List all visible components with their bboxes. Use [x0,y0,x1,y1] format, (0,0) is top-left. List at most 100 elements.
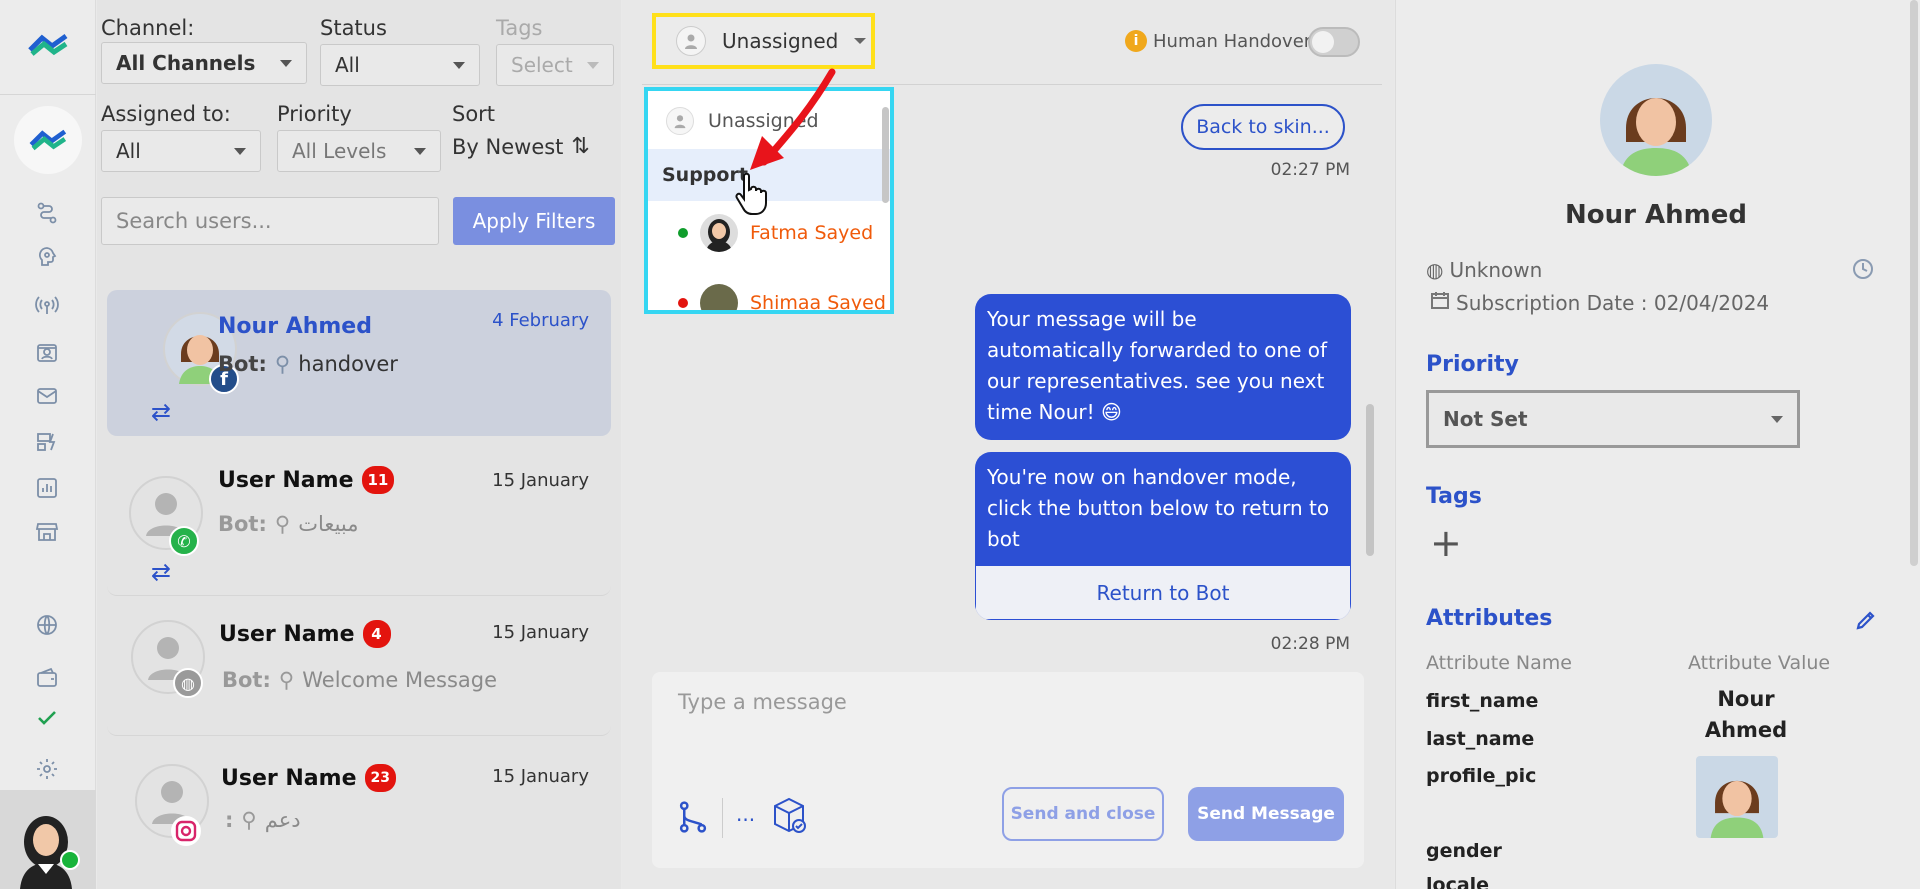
contact-avatar: ✆ [129,476,203,556]
contact-name-text: User Name [218,467,354,493]
workspace-avatar[interactable] [14,106,82,174]
human-handover-toggle[interactable] [1308,27,1360,57]
check-icon[interactable] [32,703,62,733]
priority-select[interactable]: Not Set [1426,390,1800,448]
catalog-box-icon[interactable] [772,796,808,836]
channel-filter-select[interactable]: All Channels [101,42,307,84]
conversation-item[interactable]: f Nour Ahmed 4 February Bot: ⚲ handover … [107,290,611,436]
priority-filter-value: All Levels [292,139,387,163]
contacts-icon[interactable] [32,338,62,368]
flow-icon[interactable] [32,198,62,228]
globe-icon[interactable] [32,610,62,640]
red-arrow-annotation [750,68,836,170]
conversation-item[interactable]: ◍ User Name 4 15 January Bot: ⚲ Welcome … [107,598,611,736]
analytics-icon[interactable] [32,473,62,503]
store-icon[interactable] [32,517,62,547]
chat-panel: Unassigned i Human Handover Unassigned S… [622,0,1394,889]
flow-icon: ⚲ [274,512,291,536]
globe-icon: ◍ [1426,258,1444,282]
search-input[interactable]: Search users... [101,197,439,245]
last-message-text: دعم [264,808,301,832]
search-placeholder: Search users... [116,209,272,233]
assigned-filter-label: Assigned to: [101,102,231,126]
message-input[interactable]: Type a message [652,672,1364,772]
chat-scrollbar[interactable] [1366,404,1374,556]
flow-trigger-icon[interactable] [678,800,708,834]
user-icon [676,26,706,56]
online-status-dot [60,850,80,870]
ai-brain-icon[interactable] [32,242,62,272]
conversation-date: 4 February [492,310,589,331]
contact-name: Nour Ahmed [218,314,372,339]
conversation-item[interactable]: User Name 23 15 January : ⚲ دعم [107,740,611,880]
assign-value: Unassigned [722,29,839,53]
last-message: Bot: ⚲ مبيعات [218,512,359,536]
message-card: You're now on handover mode, click the b… [975,452,1351,620]
agent-name: Fatma Sayed [750,222,874,244]
info-icon: i [1125,30,1147,52]
info-scrollbar[interactable] [1910,0,1918,566]
send-message-button[interactable]: Send Message [1188,787,1344,841]
location-text: Unknown [1449,258,1543,282]
instagram-icon [171,816,201,846]
message-timestamp: 02:27 PM [1270,160,1350,180]
profile-avatar [1600,64,1712,176]
contact-name: User Name 4 [219,620,391,648]
status-filter-label: Status [320,16,387,40]
wallet-icon[interactable] [32,663,62,693]
return-to-bot-button[interactable]: Return to Bot [975,566,1351,620]
dropdown-scrollbar[interactable] [882,107,889,203]
sort-label: Sort [452,102,496,126]
apply-filters-button[interactable]: Apply Filters [453,197,615,245]
contact-info-panel: Nour Ahmed ◍ Unknown Subscription Date :… [1395,0,1920,889]
chevron-down-icon [1771,415,1783,423]
message-text: You're now on handover mode, click the b… [987,465,1330,551]
message-input-placeholder: Type a message [678,690,847,714]
clock-icon[interactable] [1852,258,1876,282]
dropdown-option-agent[interactable]: Shimaa Sayed [648,277,890,310]
conversation-date: 15 January [492,622,589,643]
priority-title: Priority [1426,352,1519,377]
flow-icon: ⚲ [241,808,257,832]
contact-name: User Name 23 [221,764,396,792]
assigned-filter-select[interactable]: All [101,130,261,172]
edit-attributes-icon[interactable] [1854,608,1880,634]
more-options-button[interactable]: ... [736,802,755,826]
sync-icon: ⇄ [151,398,172,426]
human-handover-control: i Human Handover [1125,30,1311,52]
flow-icon: ⚲ [278,668,295,692]
last-message: Bot: ⚲ Welcome Message [222,668,497,692]
assign-dropdown-trigger[interactable]: Unassigned [652,13,875,69]
status-filter-select[interactable]: All [320,44,480,86]
last-message: Bot: ⚲ handover [218,352,398,376]
assigned-filter-value: All [116,139,141,163]
back-to-skin-label: Back to skin... [1196,116,1330,138]
channel-filter-label: Channel: [101,16,195,40]
mail-icon[interactable] [32,381,62,411]
unread-badge: 11 [361,466,395,494]
last-message: : ⚲ دعم [225,808,301,832]
current-user-avatar[interactable] [0,790,96,889]
profile-name: Nour Ahmed [1565,200,1747,230]
contact-name: User Name 11 [218,466,395,494]
add-tag-icon[interactable]: + [1430,524,1462,562]
campaign-icon[interactable] [32,427,62,457]
conversation-item[interactable]: ✆ User Name 11 15 January Bot: ⚲ مبيعات … [107,446,611,596]
priority-filter-select[interactable]: All Levels [277,130,441,172]
send-and-close-button[interactable]: Send and close [1002,787,1164,841]
attr-name: first_name [1426,690,1539,712]
back-to-skin-button[interactable]: Back to skin... [1181,104,1345,150]
human-handover-label: Human Handover [1153,30,1312,52]
app-logo[interactable] [28,30,68,60]
broadcast-icon[interactable] [32,290,62,320]
icon-rail [0,0,96,889]
bot-prefix: Bot: [218,512,267,536]
sort-toggle[interactable]: By Newest ⇅ [452,134,590,159]
tags-filter-select[interactable]: Select [496,44,614,86]
gear-icon[interactable] [32,754,62,784]
hand-cursor-icon [735,172,767,215]
subscription-date: Subscription Date : 02/04/2024 [1430,290,1769,315]
attr-name: profile_pic [1426,765,1537,787]
dropdown-option-agent[interactable]: Fatma Sayed [648,207,890,259]
sync-icon: ⇄ [151,558,172,586]
